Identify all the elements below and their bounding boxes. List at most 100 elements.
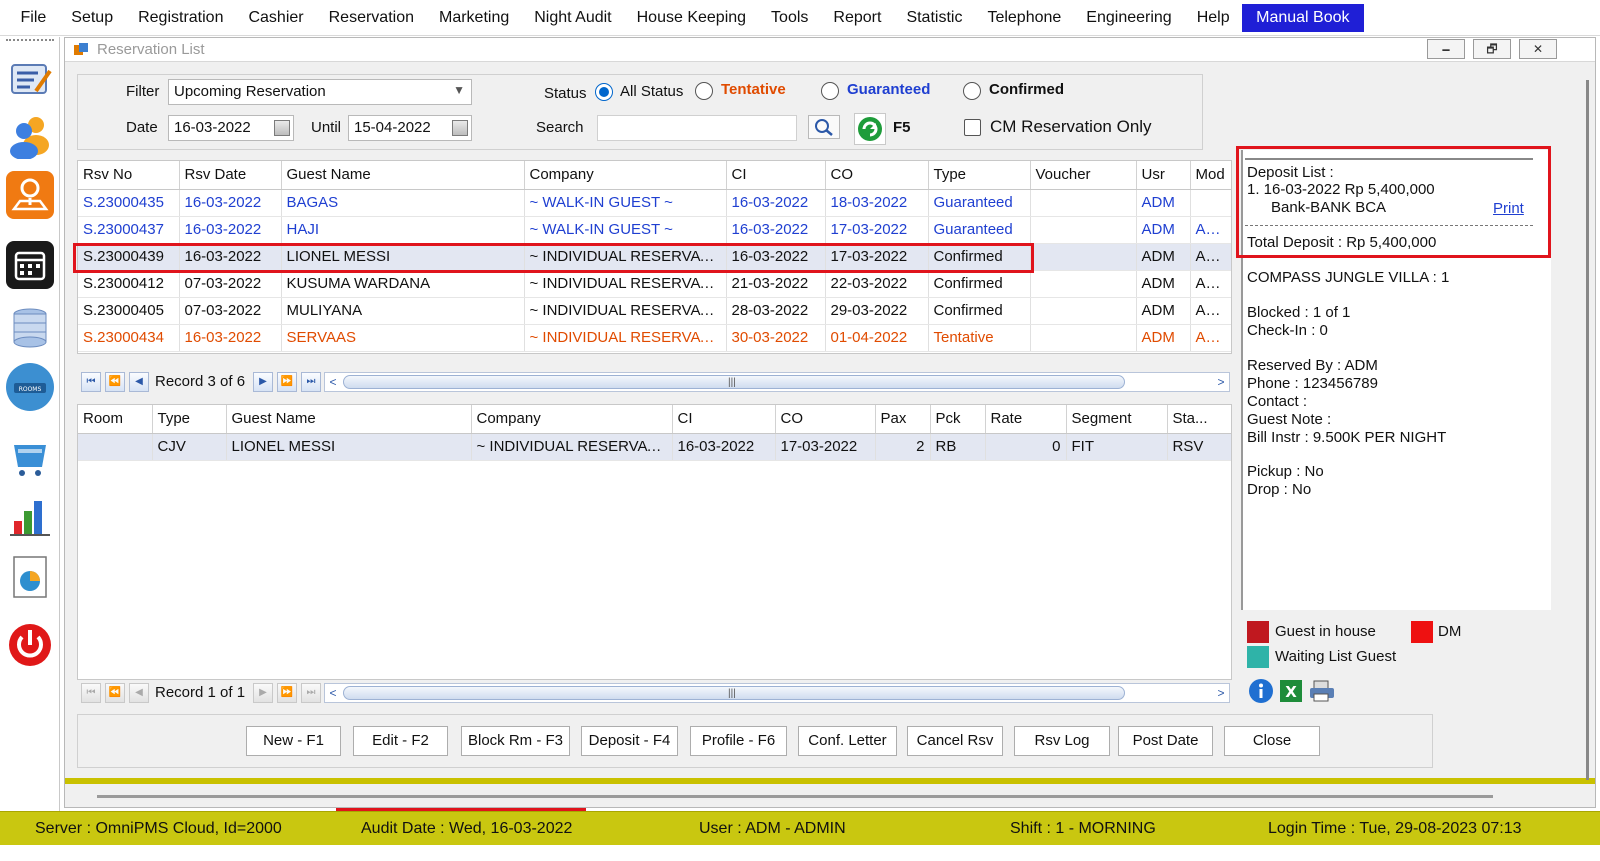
- col-voucher[interactable]: Voucher: [1030, 161, 1137, 190]
- col-pck[interactable]: Pck: [930, 405, 986, 434]
- col-room-ci[interactable]: CI: [672, 405, 776, 434]
- calendar-icon[interactable]: [6, 241, 54, 289]
- info-icon[interactable]: [1248, 678, 1274, 704]
- first-record-button[interactable]: ⏮: [81, 683, 101, 703]
- rooms-available-icon[interactable]: ROOMS: [6, 363, 54, 411]
- scroll-right-icon[interactable]: >: [1213, 684, 1229, 702]
- scrollbar-thumb[interactable]: |||: [343, 686, 1125, 700]
- menu-marketing[interactable]: Marketing: [426, 0, 521, 36]
- power-icon[interactable]: [6, 621, 54, 669]
- col-room-type[interactable]: Type: [152, 405, 227, 434]
- col-room-guest[interactable]: Guest Name: [226, 405, 472, 434]
- col-rsv-date[interactable]: Rsv Date: [179, 161, 282, 190]
- first-record-button[interactable]: ⏮: [81, 372, 101, 392]
- menu-file[interactable]: File: [8, 0, 59, 36]
- radio-guaranteed[interactable]: [821, 82, 839, 100]
- menu-statistic[interactable]: Statistic: [894, 0, 975, 36]
- col-type[interactable]: Type: [928, 161, 1031, 190]
- col-ci[interactable]: CI: [726, 161, 826, 190]
- col-status[interactable]: Sta...: [1167, 405, 1231, 434]
- menu-cashier[interactable]: Cashier: [236, 0, 316, 36]
- col-usr[interactable]: Usr: [1136, 161, 1191, 190]
- col-co[interactable]: CO: [825, 161, 929, 190]
- new-button[interactable]: New - F1: [246, 726, 341, 756]
- col-company[interactable]: Company: [524, 161, 727, 190]
- col-room-company[interactable]: Company: [471, 405, 673, 434]
- registration-form-icon[interactable]: [6, 55, 54, 103]
- table-row[interactable]: S.23000437 16-03-2022 HAJI ~ WALK-IN GUE…: [78, 216, 1231, 244]
- scroll-left-icon[interactable]: <: [325, 684, 341, 702]
- deposit-button[interactable]: Deposit - F4: [581, 726, 678, 756]
- close-button[interactable]: Close: [1224, 726, 1320, 756]
- database-icon[interactable]: [6, 303, 54, 351]
- date-from-picker[interactable]: 16-03-2022: [168, 115, 294, 141]
- radio-confirmed[interactable]: [963, 82, 981, 100]
- table-row[interactable]: S.23000412 07-03-2022 KUSUMA WARDANA ~ I…: [78, 270, 1231, 298]
- bar-chart-icon[interactable]: [6, 493, 54, 541]
- menu-registration[interactable]: Registration: [126, 0, 236, 36]
- cancel-rsv-button[interactable]: Cancel Rsv: [907, 726, 1003, 756]
- prev-page-button[interactable]: ⏪: [105, 683, 125, 703]
- excel-export-icon[interactable]: X: [1278, 678, 1304, 704]
- conf-letter-button[interactable]: Conf. Letter: [798, 726, 897, 756]
- table-row[interactable]: S.23000434 16-03-2022 SERVAAS ~ INDIVIDU…: [78, 324, 1231, 352]
- search-button[interactable]: [808, 115, 840, 139]
- prev-record-button[interactable]: ◀: [129, 683, 149, 703]
- rsv-log-button[interactable]: Rsv Log: [1014, 726, 1110, 756]
- calendar-dropdown-icon[interactable]: [274, 120, 290, 136]
- col-guest-name[interactable]: Guest Name: [281, 161, 525, 190]
- scroll-right-icon[interactable]: >: [1213, 373, 1229, 391]
- cm-only-checkbox[interactable]: [964, 119, 981, 136]
- printer-icon[interactable]: [1308, 678, 1336, 704]
- guests-icon[interactable]: [6, 111, 54, 160]
- profile-button[interactable]: Profile - F6: [690, 726, 787, 756]
- last-record-button[interactable]: ⏭: [301, 372, 321, 392]
- restore-button[interactable]: 🗗: [1473, 39, 1511, 59]
- room-row[interactable]: CJV LIONEL MESSI ~ INDIVIDUAL RESERVATI.…: [78, 433, 1231, 461]
- radio-tentative[interactable]: [695, 82, 713, 100]
- menu-telephone[interactable]: Telephone: [975, 0, 1074, 36]
- menu-reservation[interactable]: Reservation: [316, 0, 426, 36]
- block-room-button[interactable]: Block Rm - F3: [461, 726, 570, 756]
- search-input[interactable]: [597, 115, 797, 141]
- horizontal-scrollbar[interactable]: < ||| >: [324, 372, 1230, 392]
- prev-record-button[interactable]: ◀: [129, 372, 149, 392]
- table-row[interactable]: S.23000435 16-03-2022 BAGAS ~ WALK-IN GU…: [78, 189, 1231, 217]
- calendar-dropdown-icon[interactable]: [452, 120, 468, 136]
- filter-select[interactable]: Upcoming Reservation ▼: [168, 79, 472, 105]
- menu-report[interactable]: Report: [821, 0, 894, 36]
- menu-engineering[interactable]: Engineering: [1074, 0, 1184, 36]
- col-segment[interactable]: Segment: [1066, 405, 1168, 434]
- menu-help[interactable]: Help: [1184, 0, 1242, 36]
- horizontal-scrollbar[interactable]: < ||| >: [324, 683, 1230, 703]
- report-pie-icon[interactable]: [6, 553, 54, 601]
- close-window-button[interactable]: ✕: [1519, 39, 1557, 59]
- col-room[interactable]: Room: [78, 405, 153, 434]
- col-rsv-no[interactable]: Rsv No: [78, 161, 180, 190]
- menu-night-audit[interactable]: Night Audit: [522, 0, 624, 36]
- next-record-button[interactable]: ▶: [253, 683, 273, 703]
- next-page-button[interactable]: ⏩: [277, 683, 297, 703]
- prev-page-button[interactable]: ⏪: [105, 372, 125, 392]
- date-until-picker[interactable]: 15-04-2022: [348, 115, 472, 141]
- menu-house-keeping[interactable]: House Keeping: [624, 0, 758, 36]
- post-date-button[interactable]: Post Date: [1118, 726, 1213, 756]
- table-row-selected[interactable]: S.23000439 16-03-2022 LIONEL MESSI ~ IND…: [78, 243, 1231, 271]
- minimize-button[interactable]: 🗕: [1427, 39, 1465, 59]
- edit-button[interactable]: Edit - F2: [353, 726, 448, 756]
- last-record-button[interactable]: ⏭: [301, 683, 321, 703]
- menu-tools[interactable]: Tools: [759, 0, 821, 36]
- next-record-button[interactable]: ▶: [253, 372, 273, 392]
- scroll-left-icon[interactable]: <: [325, 373, 341, 391]
- cart-icon[interactable]: [6, 433, 54, 481]
- next-page-button[interactable]: ⏩: [277, 372, 297, 392]
- scrollbar-thumb[interactable]: |||: [343, 375, 1125, 389]
- print-link[interactable]: Print: [1493, 200, 1524, 218]
- col-rate[interactable]: Rate: [985, 405, 1067, 434]
- col-room-co[interactable]: CO: [775, 405, 876, 434]
- col-pax[interactable]: Pax: [875, 405, 931, 434]
- menu-setup[interactable]: Setup: [59, 0, 126, 36]
- menu-manual-book[interactable]: Manual Book: [1242, 3, 1364, 32]
- refresh-button[interactable]: [854, 113, 886, 145]
- col-mod[interactable]: Mod: [1190, 161, 1231, 190]
